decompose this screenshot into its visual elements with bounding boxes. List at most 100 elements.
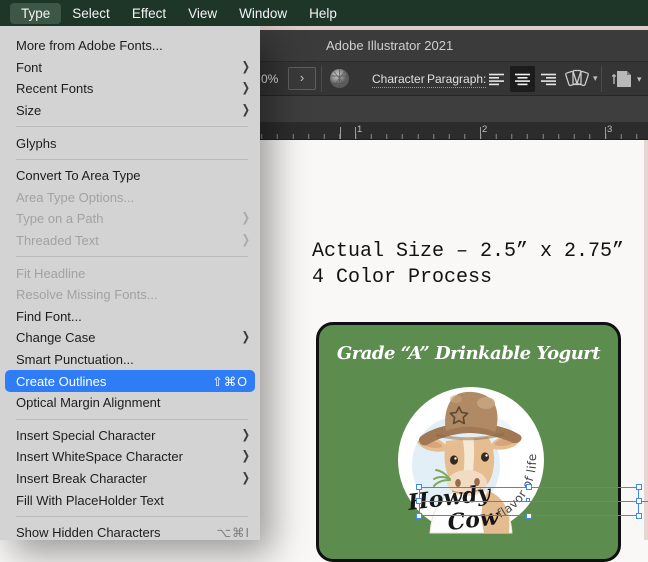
menu-item-threaded-text: Threaded Text ❯	[0, 230, 260, 252]
menubar: Type Select Effect View Window Help	[0, 0, 648, 26]
document-tab-bar	[258, 96, 648, 123]
submenu-chevron-right-icon: ❯	[241, 331, 250, 345]
menu-item-label: Insert WhiteSpace Character	[16, 449, 183, 465]
menu-item-label: Size	[16, 103, 42, 119]
menu-item-convert-to-area-type[interactable]: Convert To Area Type	[0, 165, 260, 187]
align-center-button[interactable]	[510, 66, 535, 92]
menu-separator	[0, 121, 260, 132]
horizontal-ruler[interactable]: 1 2 3	[258, 123, 648, 140]
menubar-item-view[interactable]: View	[177, 3, 228, 24]
ruler-number: 1	[357, 124, 363, 135]
submenu-chevron-right-icon: ❯	[241, 471, 250, 486]
submenu-chevron-right-icon: ❯	[241, 428, 250, 443]
label-title-text[interactable]: Grade “A” Drinkable Yogurt	[319, 343, 618, 364]
submenu-chevron-right-icon: ❯	[241, 82, 250, 96]
align-left-icon	[489, 73, 504, 85]
align-left-button[interactable]	[484, 66, 509, 92]
menu-item-fit-headline: Fit Headline	[0, 262, 260, 284]
menu-item-fill-with-placeholder-text[interactable]: Fill With PlaceHolder Text	[0, 489, 260, 511]
menu-item-label: More from Adobe Fonts...	[16, 38, 163, 54]
chevron-down-icon: ▾	[593, 72, 598, 83]
menu-item-create-outlines[interactable]: Create Outlines ⇧⌘O	[5, 370, 255, 392]
menu-item-find-font[interactable]: Find Font...	[0, 306, 260, 328]
menu-item-label: Show Hidden Characters	[16, 525, 161, 541]
selection-handle[interactable]	[636, 498, 642, 504]
graphic-styles-button[interactable]: ▾	[564, 67, 598, 89]
menu-item-resolve-missing-fonts: Resolve Missing Fonts...	[0, 284, 260, 306]
window-titlebar: Adobe Illustrator 2021	[258, 30, 648, 62]
ruler-number: 3	[607, 124, 613, 135]
submenu-chevron-right-icon: ❯	[241, 103, 250, 118]
chevron-down-icon: ▾	[637, 73, 642, 84]
opacity-value[interactable]: 0%	[261, 72, 278, 86]
spec-note-text[interactable]: Actual Size – 2.5” x 2.75” 4 Color Proce…	[312, 239, 624, 291]
selection-center-point[interactable]	[526, 498, 530, 502]
menu-item-optical-margin-alignment[interactable]: Optical Margin Alignment	[0, 392, 260, 414]
menubar-item-help[interactable]: Help	[298, 3, 348, 24]
menu-item-insert-whitespace-character[interactable]: Insert WhiteSpace Character ❯	[0, 446, 260, 468]
menu-item-font[interactable]: Font ❯	[0, 57, 260, 79]
control-bar: 0% › Character Paragraph: ▾ ▾	[258, 62, 648, 96]
document-setup-button[interactable]: ▾	[610, 67, 642, 91]
selection-handle[interactable]	[416, 484, 422, 490]
menu-item-smart-punctuation[interactable]: Smart Punctuation...	[0, 349, 260, 371]
menu-item-label: Resolve Missing Fonts...	[16, 287, 158, 303]
menu-item-label: Convert To Area Type	[16, 168, 141, 184]
submenu-chevron-right-icon: ❯	[241, 212, 250, 226]
menu-item-label: Create Outlines	[16, 373, 107, 389]
align-right-button[interactable]	[536, 66, 561, 92]
type-menu: More from Adobe Fonts... Font ❯ Recent Font…	[0, 26, 260, 540]
menu-item-insert-break-character[interactable]: Insert Break Character ❯	[0, 468, 260, 490]
selection-handle[interactable]	[416, 513, 422, 519]
selection-handle[interactable]	[636, 484, 642, 490]
menubar-item-select[interactable]: Select	[61, 3, 121, 24]
menu-item-size[interactable]: Size ❯	[0, 100, 260, 122]
menu-item-label: Change Case	[16, 330, 96, 346]
artboard-canvas[interactable]: Actual Size – 2.5” x 2.75” 4 Color Proce…	[258, 140, 648, 562]
menu-item-label: Insert Special Character	[16, 427, 156, 443]
selection-handle[interactable]	[416, 498, 422, 504]
menu-separator	[0, 511, 260, 522]
menu-shortcut: ⌥⌘I	[216, 526, 250, 541]
menu-item-label: Glyphs	[16, 135, 57, 151]
opacity-expand-button[interactable]: ›	[288, 67, 316, 90]
document-icon	[612, 71, 631, 87]
menubar-item-window[interactable]: Window	[228, 3, 298, 24]
menu-item-label: Recent Fonts	[16, 81, 94, 97]
selection-handle[interactable]	[636, 513, 642, 519]
divider	[321, 66, 322, 92]
menu-separator	[0, 414, 260, 425]
selection-handle[interactable]	[526, 484, 532, 490]
spec-note-line1: Actual Size – 2.5” x 2.75”	[312, 240, 625, 263]
menu-item-change-case[interactable]: Change Case ❯	[0, 327, 260, 349]
menubar-item-type[interactable]: Type	[10, 2, 62, 24]
align-right-icon	[541, 73, 556, 85]
menu-item-label: Fit Headline	[16, 265, 86, 281]
menu-item-type-on-a-path: Type on a Path ❯	[0, 208, 260, 230]
align-center-icon	[515, 73, 530, 85]
artboard-edge	[644, 140, 648, 540]
menu-item-glyphs[interactable]: Glyphs	[0, 132, 260, 154]
menu-item-label: Type on a Path	[16, 211, 104, 227]
menu-item-label: Insert Break Character	[16, 470, 147, 486]
recolor-artwork-icon[interactable]	[329, 68, 350, 89]
menu-item-recent-fonts[interactable]: Recent Fonts ❯	[0, 78, 260, 100]
selection-handle[interactable]	[526, 513, 532, 519]
submenu-chevron-right-icon: ❯	[241, 60, 250, 75]
spec-note-line2: 4 Color Process	[312, 266, 493, 289]
menu-item-area-type-options: Area Type Options...	[0, 187, 260, 209]
menu-item-label: Optical Margin Alignment	[16, 395, 161, 411]
menu-separator	[0, 251, 260, 262]
menu-item-insert-special-character[interactable]: Insert Special Character ❯	[0, 425, 260, 447]
character-panel-link[interactable]: Character	[372, 72, 425, 88]
paragraph-align-group	[484, 66, 561, 92]
paragraph-panel-link[interactable]: Paragraph:	[427, 72, 487, 88]
menu-item-show-hidden-characters[interactable]: Show Hidden Characters ⌥⌘I	[0, 522, 260, 544]
menubar-item-effect[interactable]: Effect	[121, 3, 177, 24]
yogurt-label-artwork[interactable]: Grade “A” Drinkable Yogurt Howdy Cow fla…	[316, 322, 648, 562]
menu-item-more-from-adobe-fonts[interactable]: More from Adobe Fonts...	[0, 35, 260, 57]
menu-shortcut: ⇧⌘O	[212, 374, 248, 389]
divider	[601, 66, 602, 92]
menu-item-label: Font	[16, 59, 43, 75]
menu-item-label: Find Font...	[16, 308, 82, 324]
